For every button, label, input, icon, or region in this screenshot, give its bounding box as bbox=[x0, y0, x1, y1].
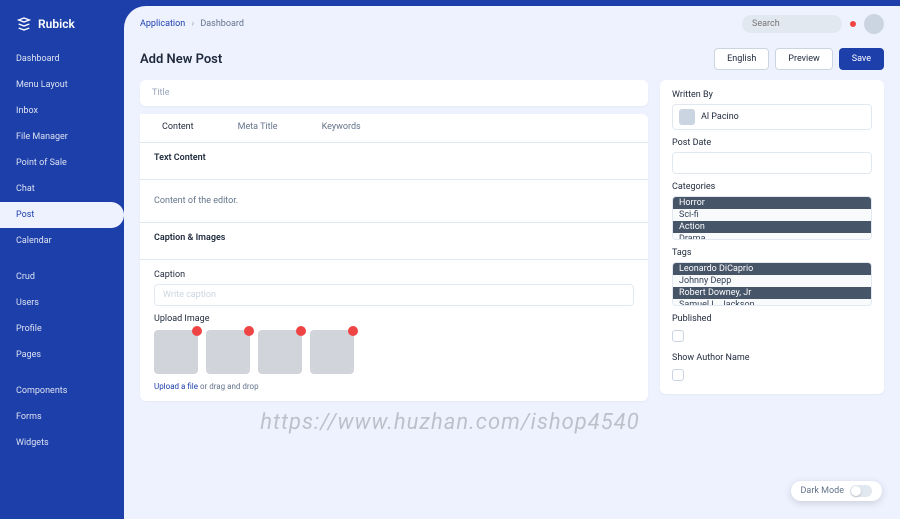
sidebar-item-point-of-sale[interactable]: Point of Sale bbox=[0, 150, 124, 176]
list-option[interactable]: Johnny Depp bbox=[673, 275, 871, 287]
delete-thumb-icon[interactable] bbox=[348, 326, 358, 336]
image-thumb[interactable] bbox=[258, 330, 302, 374]
list-option[interactable]: Drama bbox=[673, 233, 871, 240]
author-name: Al Pacino bbox=[701, 112, 739, 122]
list-option[interactable]: Robert Downey, Jr bbox=[673, 287, 871, 299]
written-by-label: Written By bbox=[672, 90, 872, 100]
editor-body[interactable]: Content of the editor. bbox=[154, 190, 634, 212]
brand: Rubick bbox=[0, 10, 124, 46]
post-date-label: Post Date bbox=[672, 138, 872, 148]
sidebar-item-menu-layout[interactable]: Menu Layout bbox=[0, 72, 124, 98]
main: Application › Dashboard Add New Post Eng… bbox=[124, 6, 900, 519]
tab-keywords[interactable]: Keywords bbox=[300, 114, 383, 142]
caption-input[interactable] bbox=[154, 284, 634, 306]
preview-button[interactable]: Preview bbox=[775, 48, 832, 70]
notification-dot[interactable] bbox=[850, 21, 856, 27]
categories-label: Categories bbox=[672, 182, 872, 192]
save-button[interactable]: Save bbox=[839, 48, 884, 70]
sidebar-item-components[interactable]: Components bbox=[0, 378, 124, 404]
sidebar-item-inbox[interactable]: Inbox bbox=[0, 98, 124, 124]
published-checkbox[interactable] bbox=[672, 330, 684, 342]
sidebar-item-forms[interactable]: Forms bbox=[0, 404, 124, 430]
darkmode-toggle[interactable]: Dark Mode bbox=[791, 481, 882, 501]
list-option[interactable]: Sci-fi bbox=[673, 209, 871, 221]
tabs: Content Meta Title Keywords bbox=[140, 114, 648, 143]
breadcrumb: Application › Dashboard bbox=[140, 19, 244, 29]
darkmode-label: Dark Mode bbox=[801, 486, 844, 496]
sidebar-item-chat[interactable]: Chat bbox=[0, 176, 124, 202]
brand-icon bbox=[16, 16, 32, 32]
list-option[interactable]: Samuel L. Jackson bbox=[673, 299, 871, 306]
title-input[interactable] bbox=[140, 80, 648, 106]
nav-tertiary: ComponentsFormsWidgets bbox=[0, 378, 124, 456]
breadcrumb-root[interactable]: Application bbox=[140, 19, 185, 29]
tags-label: Tags bbox=[672, 248, 872, 258]
post-date-input[interactable] bbox=[672, 152, 872, 174]
lang-button[interactable]: English bbox=[714, 48, 769, 70]
nav-primary: DashboardMenu LayoutInboxFile ManagerPoi… bbox=[0, 46, 124, 254]
page-title: Add New Post bbox=[140, 52, 222, 67]
caption-images-label: Caption & Images bbox=[154, 233, 634, 243]
image-thumb[interactable] bbox=[206, 330, 250, 374]
published-label: Published bbox=[672, 314, 872, 324]
show-author-checkbox[interactable] bbox=[672, 369, 684, 381]
caption-label: Caption bbox=[154, 270, 634, 280]
breadcrumb-current: Dashboard bbox=[200, 19, 244, 29]
text-content-label: Text Content bbox=[154, 153, 634, 163]
sidebar-item-crud[interactable]: Crud bbox=[0, 264, 124, 290]
list-option[interactable]: Leonardo DiCaprio bbox=[673, 263, 871, 275]
tab-meta[interactable]: Meta Title bbox=[216, 114, 300, 142]
upload-label: Upload Image bbox=[154, 314, 634, 324]
tab-content[interactable]: Content bbox=[140, 114, 216, 142]
list-option[interactable]: Action bbox=[673, 221, 871, 233]
sidebar-item-dashboard[interactable]: Dashboard bbox=[0, 46, 124, 72]
delete-thumb-icon[interactable] bbox=[192, 326, 202, 336]
sidebar-item-pages[interactable]: Pages bbox=[0, 342, 124, 368]
author-select[interactable]: Al Pacino bbox=[672, 104, 872, 130]
categories-listbox[interactable]: HorrorSci-fiActionDramaComedy bbox=[672, 196, 872, 240]
upload-hint: Upload a file or drag and drop bbox=[154, 382, 634, 391]
sidebar-item-widgets[interactable]: Widgets bbox=[0, 430, 124, 456]
nav-secondary: CrudUsersProfilePages bbox=[0, 264, 124, 368]
list-option[interactable]: Horror bbox=[673, 197, 871, 209]
upload-link[interactable]: Upload a file bbox=[154, 382, 198, 391]
upload-thumbs bbox=[154, 330, 634, 374]
brand-name: Rubick bbox=[38, 17, 75, 31]
sidebar-item-users[interactable]: Users bbox=[0, 290, 124, 316]
avatar[interactable] bbox=[864, 14, 884, 34]
sidebar: Rubick DashboardMenu LayoutInboxFile Man… bbox=[0, 0, 124, 519]
sidebar-item-file-manager[interactable]: File Manager bbox=[0, 124, 124, 150]
image-thumb[interactable] bbox=[154, 330, 198, 374]
sidebar-item-calendar[interactable]: Calendar bbox=[0, 228, 124, 254]
sidebar-item-profile[interactable]: Profile bbox=[0, 316, 124, 342]
show-author-label: Show Author Name bbox=[672, 353, 872, 363]
delete-thumb-icon[interactable] bbox=[296, 326, 306, 336]
sidebar-item-post[interactable]: Post bbox=[0, 202, 124, 228]
tags-listbox[interactable]: Leonardo DiCaprioJohnny DeppRobert Downe… bbox=[672, 262, 872, 306]
toggle-switch[interactable] bbox=[850, 485, 872, 497]
image-thumb[interactable] bbox=[310, 330, 354, 374]
search-input[interactable] bbox=[742, 15, 842, 33]
delete-thumb-icon[interactable] bbox=[244, 326, 254, 336]
author-avatar bbox=[679, 109, 695, 125]
topbar: Application › Dashboard bbox=[124, 6, 900, 42]
